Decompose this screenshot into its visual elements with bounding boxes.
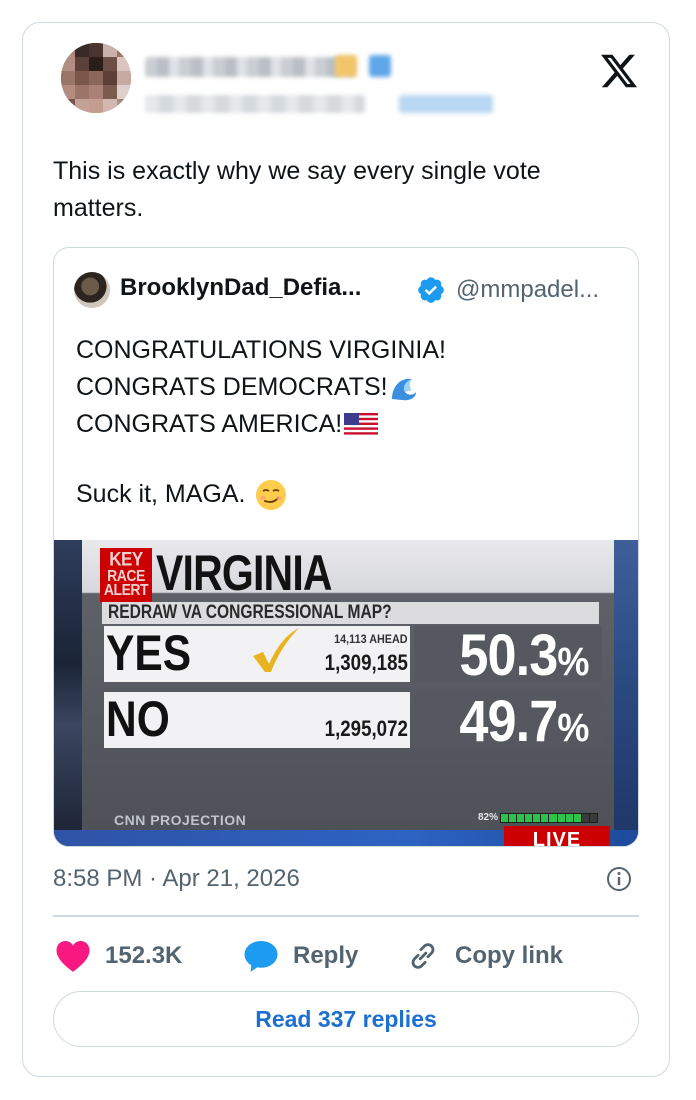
author-emoji-blurred (369, 55, 391, 77)
result-row-no: NO 1,295,072 49.7% (104, 689, 602, 754)
author-emoji-blurred (335, 55, 357, 77)
wave-emoji (391, 378, 416, 400)
quoted-avatar[interactable] (74, 272, 110, 308)
link-icon (411, 943, 435, 969)
copy-link-label: Copy link (455, 942, 564, 969)
estimated-vote-segment (573, 814, 581, 822)
checkmark-icon (253, 628, 299, 672)
estimated-vote-segment (501, 814, 509, 822)
smirk-emoji (256, 479, 287, 510)
read-replies-button[interactable]: Read 337 replies (53, 991, 639, 1047)
estimated-vote-segment (589, 814, 597, 822)
cnn-projection-label: CNN PROJECTION (114, 812, 247, 828)
quoted-line: CONGRATULATIONS VIRGINIA! (76, 336, 446, 364)
info-icon[interactable] (605, 865, 633, 893)
estimated-vote-segment (549, 814, 557, 822)
copy-link-button[interactable]: Copy link (405, 939, 563, 973)
quoted-line: CONGRATS AMERICA! (76, 410, 343, 438)
estimated-vote-segment (557, 814, 565, 822)
estimated-vote-label: 82% (478, 812, 499, 823)
estimated-vote-segment (517, 814, 525, 822)
x-logo-icon[interactable] (599, 51, 639, 91)
tweet-text: This is exactly why we say every single … (53, 157, 541, 222)
estimated-vote-segment (525, 814, 533, 822)
estimated-vote-segment (581, 814, 589, 822)
author-handle-blurred (145, 95, 365, 113)
estimated-vote-segment (565, 814, 573, 822)
result-percent: 49.7% (458, 689, 589, 754)
result-label: YES (106, 625, 192, 681)
quoted-author-name[interactable]: BrooklynDad_Defia... (120, 274, 361, 302)
reply-bubble-icon (244, 941, 278, 972)
estimated-vote-bar (500, 813, 598, 823)
vote-count: 1,295,072 (324, 716, 408, 741)
estimated-vote-segment (541, 814, 549, 822)
us-flag-emoji (344, 412, 379, 437)
quoted-line: CONGRATS DEMOCRATS! (76, 373, 388, 401)
reply-button[interactable]: Reply (243, 939, 358, 973)
quoted-text: CONGRATULATIONS VIRGINIA! CONGRATS DEMOC… (76, 332, 616, 513)
votes-ahead: 14,113 AHEAD (334, 632, 408, 646)
quoted-author-handle[interactable]: @mmpadel... (456, 276, 599, 304)
result-percent: 50.3% (458, 623, 589, 688)
author-name-blurred[interactable] (145, 57, 355, 77)
follow-link-blurred[interactable] (399, 95, 493, 113)
reply-label: Reply (293, 942, 359, 969)
tweet-timestamp[interactable]: 8:58 PM · Apr 21, 2026 (53, 865, 300, 893)
like-button[interactable]: 152.3K (55, 939, 182, 973)
tv-title: VIRGINIA (156, 545, 333, 601)
action-bar: 152.3K Reply Copy link (53, 933, 639, 981)
result-label: NO (106, 691, 170, 747)
like-count: 152.3K (105, 942, 183, 969)
heart-icon (56, 941, 90, 972)
result-row-yes: YES 14,113 AHEAD 1,309,185 50.3% (104, 623, 602, 688)
verified-icon (418, 277, 444, 303)
quoted-line: Suck it, MAGA. (76, 480, 246, 508)
divider (53, 915, 639, 917)
vote-count: 1,309,185 (324, 650, 408, 675)
live-badge: LIVE (504, 826, 610, 846)
quoted-image[interactable]: KEY RACE ALERT VIRGINIA REDRAW VA CONGRE… (54, 540, 638, 846)
quoted-tweet[interactable]: BrooklynDad_Defia... @mmpadel... CONGRAT… (53, 247, 639, 847)
tweet-card: This is exactly why we say every single … (22, 22, 670, 1077)
estimated-vote-segment (509, 814, 517, 822)
key-race-alert-badge: KEY RACE ALERT (100, 548, 152, 602)
author-avatar[interactable] (61, 43, 131, 113)
estimated-vote-segment (533, 814, 541, 822)
tv-subtitle: REDRAW VA CONGRESSIONAL MAP? (102, 602, 599, 624)
